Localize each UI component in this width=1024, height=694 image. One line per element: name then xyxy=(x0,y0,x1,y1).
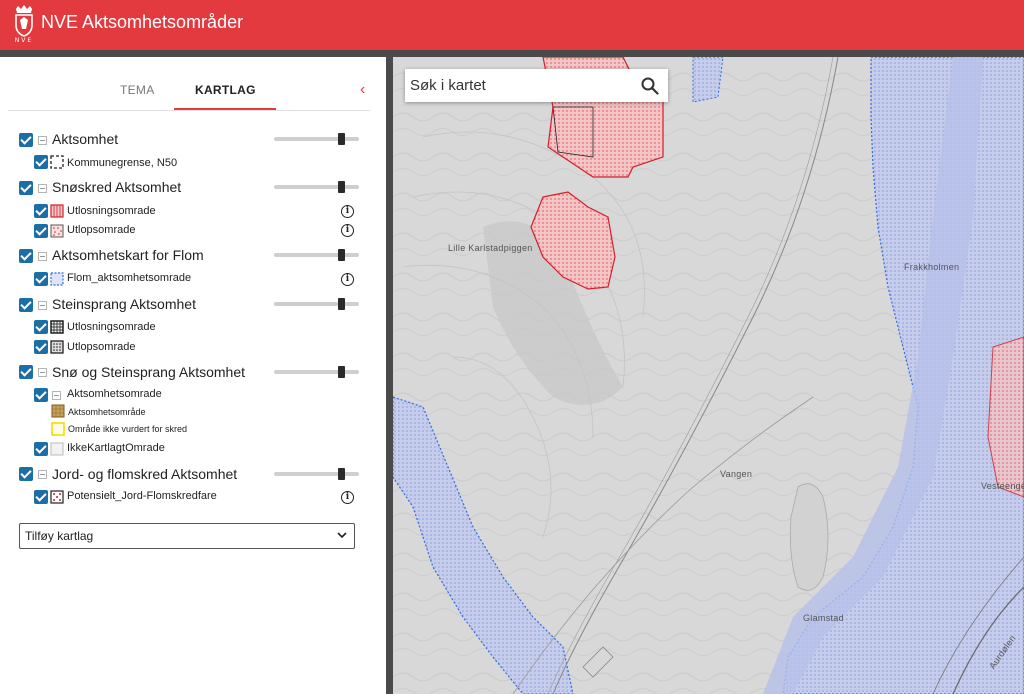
map-label: Glamstad xyxy=(803,613,844,623)
map-canvas xyxy=(393,57,1024,694)
map-label: Frakkholmen xyxy=(904,262,960,272)
panel-splitter[interactable] xyxy=(386,57,393,694)
opacity-slider-thumb[interactable] xyxy=(338,133,345,145)
tab-bar: TEMA KARTLAG ‹ xyxy=(8,77,370,111)
add-layer-select[interactable]: Tilføy kartlag xyxy=(19,523,355,549)
legend-label-ikke-vurdert: Område ikke vurdert for skred xyxy=(68,424,188,434)
layer-checkbox-sno-steinsprang[interactable] xyxy=(19,365,33,379)
sublayer-label-steinsprang-utlop: Utlopsomrade xyxy=(67,341,136,353)
opacity-slider-jord-flomskred[interactable] xyxy=(274,472,359,476)
map-search xyxy=(405,69,668,102)
chevron-down-icon xyxy=(337,532,347,539)
sublayer-label-snoskred-utlop: Utlopsomrade xyxy=(67,224,136,236)
sublayer-checkbox-aktsomhetsomrade[interactable] xyxy=(34,388,48,402)
sublayer-label-aktsomhetsomrade: Aktsomhetsomrade xyxy=(67,388,162,400)
brown-fill-legend-icon xyxy=(51,404,65,418)
layer-label-steinsprang: Steinsprang Aktsomhet xyxy=(52,296,196,312)
sublayer-checkbox-steinsprang-utlosning[interactable] xyxy=(34,320,48,334)
opacity-slider-sno-steinsprang[interactable] xyxy=(274,370,359,374)
map-label: Vesteenget xyxy=(981,481,1024,491)
opacity-slider-steinsprang[interactable] xyxy=(274,302,359,306)
logo-text: NVE xyxy=(14,37,34,44)
black-dots-legend-icon xyxy=(50,340,64,354)
layer-checkbox-flom[interactable] xyxy=(19,249,33,263)
layer-label-aktsomhet: Aktsomhet xyxy=(52,131,119,147)
info-icon[interactable]: i xyxy=(341,224,354,237)
search-icon[interactable] xyxy=(641,77,659,95)
sublayer-checkbox-ikkekartlagt[interactable] xyxy=(34,442,48,456)
layer-label-jord-flomskred: Jord- og flomskred Aktsomhet xyxy=(52,466,238,482)
collapse-group-icon[interactable] xyxy=(38,301,47,310)
sublayer-checkbox-flom[interactable] xyxy=(34,272,48,286)
sublayer-checkbox-jord-flomskredfare[interactable] xyxy=(34,490,48,504)
opacity-slider-snoskred[interactable] xyxy=(274,185,359,189)
opacity-slider-flom[interactable] xyxy=(274,253,359,257)
add-layer-select-value: Tilføy kartlag xyxy=(25,529,94,543)
red-dots-legend-icon xyxy=(50,224,64,238)
black-hatch-legend-icon xyxy=(50,320,64,334)
sublayer-label-flom: Flom_aktsomhetsomrade xyxy=(67,272,192,284)
sublayer-label-jord-flomskredfare: Potensielt_Jord-Flomskredfare xyxy=(67,490,217,502)
boundary-legend-icon xyxy=(50,155,64,169)
info-icon[interactable]: i xyxy=(341,491,354,504)
sublayer-label-snoskred-utlosning: Utlosningsomrade xyxy=(67,205,156,217)
map-label: Vangen xyxy=(720,469,753,479)
header-divider xyxy=(0,50,1024,57)
opacity-slider-thumb[interactable] xyxy=(338,366,345,378)
blue-dots-legend-icon xyxy=(50,272,64,286)
collapse-group-icon[interactable] xyxy=(52,391,61,400)
opacity-slider-thumb[interactable] xyxy=(338,181,345,193)
tab-kartlag[interactable]: KARTLAG xyxy=(195,83,256,97)
collapse-group-icon[interactable] xyxy=(38,368,47,377)
layer-label-sno-steinsprang: Snø og Steinsprang Aktsomhet xyxy=(52,364,245,380)
layer-checkbox-aktsomhet[interactable] xyxy=(19,133,33,147)
opacity-slider-thumb[interactable] xyxy=(338,249,345,261)
layer-panel: TEMA KARTLAG ‹ Aktsomhet Kommunegrense, … xyxy=(0,57,386,694)
sublayer-label-kommunegrense: Kommunegrense, N50 xyxy=(67,157,178,169)
map-view[interactable]: Lille Karlstadpiggen Frakkholmen Vangen … xyxy=(393,57,1024,694)
collapse-group-icon[interactable] xyxy=(38,252,47,261)
red-hatch-legend-icon xyxy=(50,204,64,218)
sublayer-checkbox-snoskred-utlop[interactable] xyxy=(34,224,48,238)
opacity-slider-aktsomhet[interactable] xyxy=(274,137,359,141)
grey-box-legend-icon xyxy=(50,442,64,456)
search-input[interactable] xyxy=(405,69,635,102)
info-icon[interactable]: i xyxy=(341,205,354,218)
sublayer-label-ikkekartlagt: IkkeKartlagtOmrade xyxy=(67,442,165,454)
opacity-slider-thumb[interactable] xyxy=(338,468,345,480)
opacity-slider-thumb[interactable] xyxy=(338,298,345,310)
active-tab-indicator xyxy=(174,108,276,110)
tab-tema[interactable]: TEMA xyxy=(120,83,155,97)
collapse-group-icon[interactable] xyxy=(38,184,47,193)
map-label: Lille Karlstadpiggen xyxy=(448,243,533,253)
info-icon[interactable]: i xyxy=(341,273,354,286)
collapse-panel-chevron-icon[interactable]: ‹ xyxy=(360,81,374,99)
sublayer-checkbox-snoskred-utlosning[interactable] xyxy=(34,204,48,218)
layer-checkbox-snoskred[interactable] xyxy=(19,181,33,195)
sublayer-checkbox-kommunegrense[interactable] xyxy=(34,155,48,169)
sublayer-checkbox-steinsprang-utlop[interactable] xyxy=(34,340,48,354)
collapse-group-icon[interactable] xyxy=(38,136,47,145)
legend-label-aktsomhetsomrade: Aktsomhetsområde xyxy=(68,407,146,417)
app-header: NVE NVE Aktsomhetsområder xyxy=(0,0,1024,50)
layer-label-flom: Aktsomhetskart for Flom xyxy=(52,247,204,263)
layer-checkbox-steinsprang[interactable] xyxy=(19,298,33,312)
layer-label-snoskred: Snøskred Aktsomhet xyxy=(52,179,182,195)
yellow-outline-legend-icon xyxy=(51,422,65,436)
red-dots-legend-icon xyxy=(50,490,64,504)
sublayer-label-steinsprang-utlosning: Utlosningsomrade xyxy=(67,321,156,333)
layer-checkbox-jord-flomskred[interactable] xyxy=(19,467,33,481)
app-title: NVE Aktsomhetsområder xyxy=(41,12,244,32)
collapse-group-icon[interactable] xyxy=(38,470,47,479)
